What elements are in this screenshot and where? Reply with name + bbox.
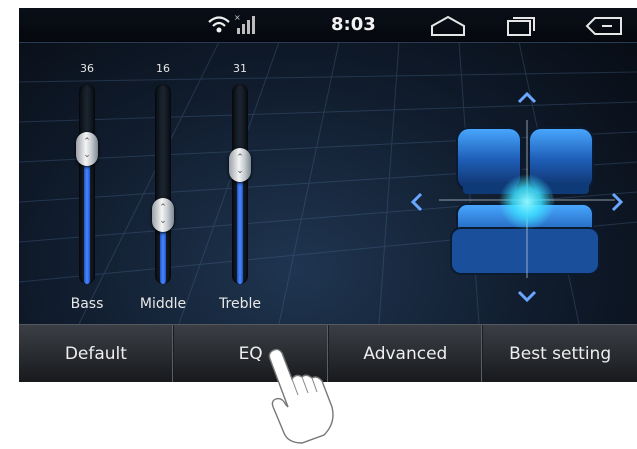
treble-slider[interactable]: 31 ⌃ ⌄ Treble: [210, 62, 270, 312]
seat-diagram: [410, 91, 624, 303]
pointing-hand-icon: [268, 348, 334, 444]
bass-knob[interactable]: ⌃ ⌄: [76, 131, 98, 166]
default-button[interactable]: Default: [19, 325, 174, 382]
home-icon[interactable]: [429, 15, 467, 37]
chevron-up-icon[interactable]: [517, 91, 537, 104]
treble-knob[interactable]: ⌃ ⌄: [229, 148, 251, 183]
treble-value: 31: [233, 62, 247, 75]
best-setting-button[interactable]: Best setting: [483, 325, 637, 382]
bass-value: 36: [80, 62, 94, 75]
bass-slider[interactable]: 36 ⌃ ⌄ Bass: [57, 62, 117, 312]
middle-slider[interactable]: 16 ⌃ ⌄ Middle: [133, 62, 193, 312]
svg-text:×: ×: [234, 13, 241, 22]
chevron-left-icon[interactable]: [410, 192, 423, 212]
status-bar: × 8:03: [19, 8, 637, 43]
chevron-right-icon[interactable]: [611, 192, 624, 212]
advanced-button[interactable]: Advanced: [329, 325, 484, 382]
middle-label: Middle: [139, 296, 187, 312]
chevron-down-icon[interactable]: [517, 290, 537, 303]
back-icon[interactable]: [585, 15, 625, 37]
treble-fill: [237, 165, 243, 284]
middle-knob[interactable]: ⌃ ⌄: [152, 197, 174, 232]
bass-fill: [84, 148, 90, 284]
balance-fader-area[interactable]: [379, 78, 629, 318]
recent-apps-icon[interactable]: [506, 15, 538, 37]
wifi-icon: [208, 16, 230, 33]
balance-point: [499, 174, 555, 230]
signal-icon: ×: [234, 13, 255, 34]
bass-label: Bass: [70, 296, 104, 312]
clock: 8:03: [331, 14, 376, 35]
treble-label: Treble: [219, 296, 261, 312]
middle-value: 16: [156, 62, 170, 75]
car-audio-screen: × 8:03 36 ⌃ ⌄ Bass 16 ⌃ ⌄ Middle 31 ⌃ ⌄ …: [19, 8, 637, 382]
